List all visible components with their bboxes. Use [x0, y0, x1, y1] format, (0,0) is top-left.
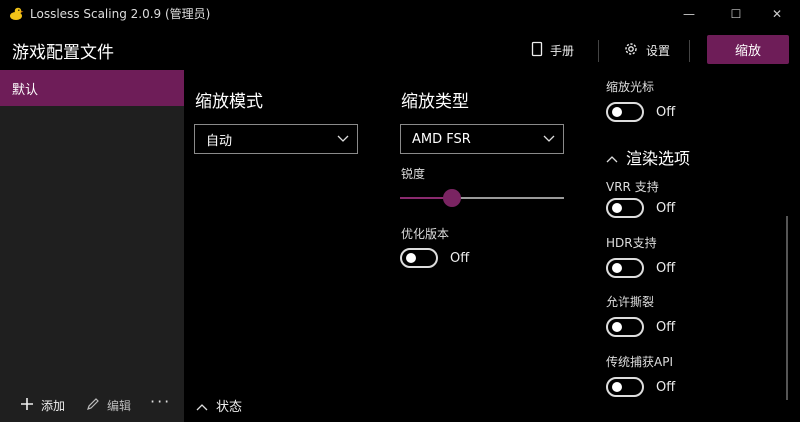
- chevron-down-icon: [543, 132, 555, 147]
- scaling-type-select[interactable]: AMD FSR: [400, 124, 564, 154]
- page-title: 游戏配置文件: [12, 43, 114, 63]
- scaling-type-title: 缩放类型: [401, 92, 469, 112]
- scaling-mode-title: 缩放模式: [195, 92, 263, 112]
- book-icon: [531, 41, 543, 60]
- add-label: 添加: [41, 398, 66, 413]
- hdr-state: Off: [656, 260, 676, 276]
- optimized-version-label: 优化版本: [401, 227, 450, 241]
- edit-label: 编辑: [107, 398, 132, 413]
- allow-tearing-state: Off: [656, 319, 676, 335]
- hdr-toggle[interactable]: [606, 258, 644, 278]
- scaling-type-value: AMD FSR: [412, 131, 471, 147]
- legacy-capture-state: Off: [656, 379, 676, 395]
- sidebar: [0, 70, 184, 422]
- minimize-icon: —: [683, 7, 695, 21]
- vrr-toggle[interactable]: [606, 198, 644, 218]
- legacy-capture-label: 传统捕获API: [606, 355, 673, 369]
- scaling-mode-select[interactable]: 自动: [194, 124, 358, 154]
- duck-app-icon: [8, 5, 24, 21]
- sharpness-slider-thumb[interactable]: [443, 189, 462, 207]
- sharpness-label: 锐度: [401, 167, 426, 181]
- legacy-capture-toggle[interactable]: [606, 377, 644, 397]
- header-divider: [598, 40, 599, 62]
- status-expander[interactable]: 状态: [196, 396, 242, 415]
- manual-button[interactable]: 手册: [531, 40, 574, 60]
- hdr-label: HDR支持: [606, 236, 657, 250]
- scale-cursor-state: Off: [656, 104, 676, 120]
- chevron-up-icon: [196, 396, 208, 415]
- status-label: 状态: [216, 400, 243, 415]
- header-divider: [689, 40, 690, 62]
- render-options-title: 渲染选项: [626, 149, 691, 168]
- render-options-header[interactable]: 渲染选项: [606, 145, 690, 169]
- more-options-button[interactable]: ···: [150, 392, 171, 411]
- chevron-up-icon: [606, 148, 618, 167]
- add-profile-button[interactable]: 添加: [20, 396, 65, 414]
- vrr-toggle-row: Off: [606, 198, 675, 218]
- hdr-toggle-row: Off: [606, 258, 675, 278]
- optimized-version-toggle[interactable]: [400, 248, 438, 268]
- vrr-state: Off: [656, 200, 676, 216]
- allow-tearing-label: 允许撕裂: [606, 295, 655, 309]
- optimized-version-toggle-row: Off: [400, 248, 469, 268]
- scale-cursor-label: 缩放光标: [606, 80, 655, 94]
- sidebar-item-default[interactable]: 默认: [0, 70, 184, 106]
- chevron-down-icon: [337, 132, 349, 147]
- vrr-label: VRR 支持: [606, 180, 659, 194]
- manual-label: 手册: [550, 43, 575, 58]
- minimize-button[interactable]: —: [666, 0, 712, 28]
- allow-tearing-toggle-row: Off: [606, 317, 675, 337]
- legacy-capture-toggle-row: Off: [606, 377, 675, 397]
- settings-label: 设置: [646, 43, 671, 58]
- scale-cursor-toggle-row: Off: [606, 102, 675, 122]
- maximize-icon: ☐: [730, 7, 742, 21]
- allow-tearing-toggle[interactable]: [606, 317, 644, 337]
- scale-cursor-toggle[interactable]: [606, 102, 644, 122]
- gear-icon: [623, 41, 639, 60]
- optimized-version-state: Off: [450, 250, 470, 266]
- maximize-button[interactable]: ☐: [713, 0, 759, 28]
- scale-button[interactable]: 缩放: [707, 35, 789, 64]
- window-title: Lossless Scaling 2.0.9 (管理员): [30, 7, 211, 21]
- plus-icon: [20, 397, 34, 414]
- scaling-mode-value: 自动: [206, 133, 233, 149]
- scrollbar[interactable]: [786, 216, 788, 400]
- sidebar-item-label: 默认: [12, 82, 39, 98]
- pencil-icon: [86, 397, 100, 414]
- edit-profile-button[interactable]: 编辑: [86, 396, 131, 414]
- close-icon: ✕: [771, 7, 783, 21]
- settings-button[interactable]: 设置: [623, 40, 670, 60]
- close-button[interactable]: ✕: [754, 0, 800, 28]
